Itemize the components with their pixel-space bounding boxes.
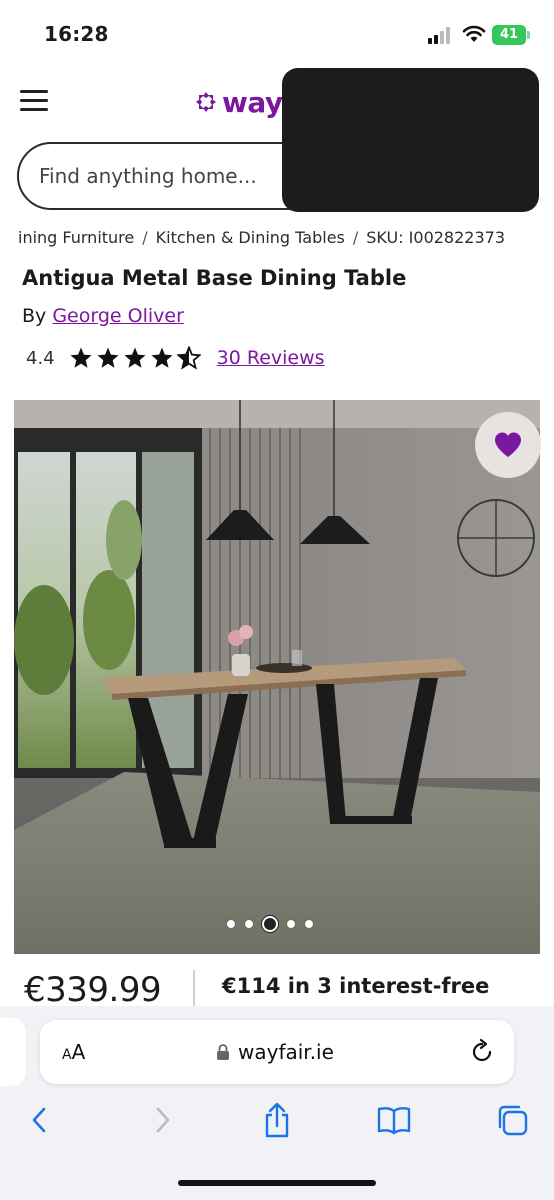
carousel-dot[interactable] xyxy=(286,919,296,929)
text-size-button[interactable]: AA xyxy=(62,1040,85,1064)
carousel-dot[interactable] xyxy=(244,919,254,929)
brand-link[interactable]: George Oliver xyxy=(52,305,184,327)
tabs-button[interactable] xyxy=(492,1100,532,1140)
star-icon xyxy=(97,347,119,368)
installments-text: €114 in 3 interest-free xyxy=(222,974,490,998)
battery-cap xyxy=(527,31,530,39)
share-button[interactable] xyxy=(257,1100,297,1140)
product-title: Antigua Metal Base Dining Table xyxy=(22,266,407,290)
carousel-dot-active[interactable] xyxy=(262,916,278,932)
previous-tab-preview[interactable] xyxy=(0,1018,26,1086)
breadcrumb-separator: / xyxy=(142,228,148,247)
address-bar[interactable]: AA wayfair.ie xyxy=(40,1020,514,1084)
search-bar[interactable] xyxy=(17,142,327,210)
breadcrumb-dining-furniture[interactable]: ining Furniture xyxy=(18,228,134,247)
menu-icon[interactable] xyxy=(20,90,50,112)
star-icon xyxy=(124,347,146,368)
heart-icon xyxy=(495,432,521,457)
star-rating xyxy=(69,346,201,370)
star-icon xyxy=(151,347,173,368)
wifi-icon xyxy=(462,25,486,42)
back-icon xyxy=(32,1107,46,1133)
battery-indicator: 41 xyxy=(492,25,526,45)
url-domain: wayfair.ie xyxy=(238,1040,334,1064)
url-display[interactable]: wayfair.ie xyxy=(216,1040,334,1064)
cellular-signal-icon xyxy=(428,26,456,44)
product-photo xyxy=(14,400,540,954)
bookmarks-icon xyxy=(377,1107,411,1135)
rating-value: 4.4 xyxy=(26,347,55,369)
wayfair-logo-icon xyxy=(196,92,216,112)
back-button[interactable] xyxy=(20,1100,60,1140)
reviews-link[interactable]: 30 Reviews xyxy=(217,347,325,369)
price-divider xyxy=(193,970,195,1006)
rating-row: 4.4 30 Reviews xyxy=(26,346,325,370)
status-time: 16:28 xyxy=(44,22,109,46)
product-image[interactable] xyxy=(14,400,540,954)
product-byline: By George Oliver xyxy=(22,305,184,327)
price: €339.99 xyxy=(24,970,162,1010)
reload-icon[interactable] xyxy=(468,1038,496,1066)
home-indicator xyxy=(178,1180,376,1186)
breadcrumb-kitchen-dining-tables[interactable]: Kitchen & Dining Tables xyxy=(156,228,345,247)
tabs-icon xyxy=(498,1105,528,1136)
logo-text: way xyxy=(222,85,283,119)
favorite-button[interactable] xyxy=(475,412,541,478)
half-star-icon xyxy=(176,346,201,370)
breadcrumb-separator: / xyxy=(352,228,359,247)
carousel-dot[interactable] xyxy=(304,919,314,929)
star-icon xyxy=(70,347,92,368)
wayfair-logo[interactable]: way xyxy=(194,82,283,122)
image-carousel-dots xyxy=(226,916,314,932)
forward-icon xyxy=(156,1107,170,1133)
carousel-dot[interactable] xyxy=(226,919,236,929)
share-icon xyxy=(265,1102,289,1138)
search-input[interactable] xyxy=(39,164,299,188)
breadcrumb: ining Furniture / Kitchen & Dining Table… xyxy=(18,228,505,247)
lock-icon xyxy=(217,1044,229,1060)
breadcrumb-sku: SKU: I002822373 xyxy=(366,228,506,247)
by-prefix: By xyxy=(22,305,47,327)
redacted-overlay xyxy=(282,68,539,212)
bookmarks-button[interactable] xyxy=(374,1100,414,1140)
forward-button[interactable] xyxy=(142,1100,182,1140)
